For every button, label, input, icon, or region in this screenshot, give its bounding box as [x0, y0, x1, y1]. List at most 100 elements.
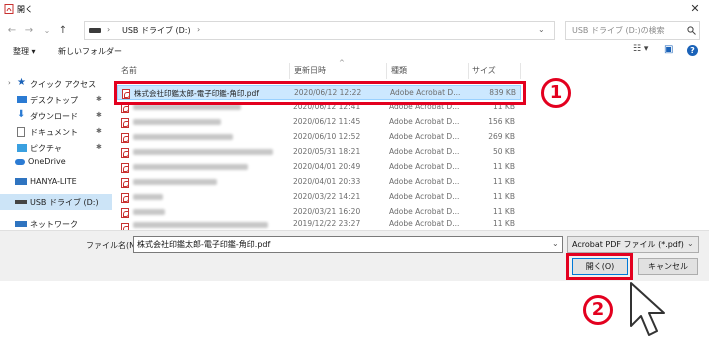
- pdf-file-icon: [121, 133, 129, 143]
- column-header-type[interactable]: 種類: [391, 65, 407, 76]
- column-divider[interactable]: [468, 63, 469, 79]
- back-button[interactable]: ←: [5, 24, 19, 38]
- file-type: Adobe Acrobat D...: [389, 220, 460, 228]
- step-1-marker: 1: [541, 78, 571, 108]
- cancel-button[interactable]: キャンセル: [638, 258, 698, 275]
- step-2-marker: 2: [583, 295, 613, 325]
- column-divider[interactable]: [289, 63, 290, 79]
- redacted-file-name: [133, 222, 268, 228]
- usb-drive-icon: [15, 200, 27, 204]
- file-row[interactable]: 2020/06/12 11:45 Adobe Acrobat D... 156 …: [117, 115, 521, 130]
- address-dropdown-icon[interactable]: ⌄: [538, 25, 545, 34]
- pin-icon[interactable]: ✱: [96, 95, 102, 103]
- sidebar-item-quick-access[interactable]: › ★ クイック アクセス: [0, 76, 112, 92]
- search-icon[interactable]: [687, 26, 696, 35]
- pin-icon[interactable]: ✱: [96, 143, 102, 151]
- window-title: 開く: [17, 5, 33, 14]
- desktop-icon: [17, 96, 27, 103]
- pdf-file-icon: [121, 223, 129, 230]
- breadcrumb-usb-drive[interactable]: USB ドライブ (D:): [122, 25, 191, 36]
- chevron-down-icon[interactable]: ⌄: [552, 239, 559, 248]
- pin-icon[interactable]: ✱: [96, 111, 102, 119]
- file-date: 2020/05/31 18:21: [293, 147, 361, 156]
- pin-icon[interactable]: ✱: [96, 127, 102, 135]
- column-header-size[interactable]: サイズ: [472, 65, 496, 76]
- pdf-file-icon: [4, 4, 14, 14]
- redacted-file-name: [133, 194, 163, 200]
- sidebar-item-desktop[interactable]: デスクトップ ✱: [0, 92, 112, 108]
- file-size: 11 KB: [493, 177, 515, 186]
- file-row[interactable]: 2020/04/01 20:33 Adobe Acrobat D... 11 K…: [117, 175, 521, 190]
- column-divider[interactable]: [520, 63, 521, 79]
- filetype-select[interactable]: Acrobat PDF ファイル (*.pdf) ⌄: [567, 236, 699, 253]
- sidebar-item-documents[interactable]: ドキュメント ✱: [0, 124, 112, 140]
- file-date: 2020/06/12 11:45: [293, 117, 361, 126]
- pdf-file-icon: [121, 193, 129, 203]
- column-divider[interactable]: [386, 63, 387, 79]
- help-icon[interactable]: ?: [687, 45, 698, 56]
- filename-value[interactable]: 株式会社印鑑太郎-電子印鑑-角印.pdf: [137, 239, 270, 250]
- file-size: 11 KB: [493, 162, 515, 171]
- column-header-modified[interactable]: 更新日時: [294, 65, 326, 76]
- redacted-file-name: [133, 119, 221, 125]
- star-icon: ★: [17, 77, 26, 88]
- filetype-value[interactable]: Acrobat PDF ファイル (*.pdf): [572, 239, 684, 250]
- file-size: 11 KB: [493, 207, 515, 216]
- breadcrumb-separator[interactable]: ›: [197, 25, 200, 34]
- file-row[interactable]: 2020/06/10 12:52 Adobe Acrobat D... 269 …: [117, 130, 521, 145]
- file-type: Adobe Acrobat D...: [389, 117, 460, 126]
- filename-field[interactable]: 株式会社印鑑太郎-電子印鑑-角印.pdf ⌄: [133, 236, 563, 253]
- file-size: 50 KB: [493, 147, 515, 156]
- file-size: 156 KB: [488, 117, 515, 126]
- file-type: Adobe Acrobat D...: [389, 132, 460, 141]
- sidebar-item-downloads[interactable]: ⬇ ダウンロード ✱: [0, 108, 112, 124]
- column-header-name[interactable]: 名前: [121, 65, 137, 76]
- redacted-file-name: [133, 209, 165, 215]
- file-row[interactable]: 2020/04/01 20:49 Adobe Acrobat D... 11 K…: [117, 160, 521, 175]
- preview-pane-icon[interactable]: ▣: [664, 44, 673, 55]
- view-options-icon[interactable]: ☷ ▾: [633, 44, 648, 54]
- mouse-cursor-icon: [630, 282, 665, 336]
- picture-icon: [17, 144, 27, 152]
- file-date: 2020/04/01 20:33: [293, 177, 361, 186]
- file-row[interactable]: 2019/12/22 23:27 Adobe Acrobat D... 11 K…: [117, 220, 521, 230]
- close-button[interactable]: ✕: [686, 1, 704, 17]
- redacted-file-name: [133, 149, 273, 155]
- search-input[interactable]: USB ドライブ (D:)の検索: [572, 25, 665, 36]
- sidebar-item-label: ドキュメント: [30, 128, 78, 137]
- search-box[interactable]: USB ドライブ (D:)の検索: [565, 21, 700, 40]
- network-icon: [15, 221, 27, 227]
- up-button[interactable]: ↑: [56, 24, 70, 38]
- file-date: 2020/03/21 16:20: [293, 207, 361, 216]
- computer-icon: [15, 178, 27, 185]
- chevron-down-icon[interactable]: ⌄: [687, 239, 694, 248]
- sidebar-item-label: ネットワーク: [30, 220, 78, 229]
- sidebar-item-usb-drive[interactable]: USB ドライブ (D:): [0, 194, 112, 210]
- file-date: 2020/03/22 14:21: [293, 192, 361, 201]
- address-bar[interactable]: › USB ドライブ (D:) › ⌄: [84, 21, 555, 40]
- pdf-file-icon: [121, 208, 129, 218]
- sidebar-item-this-pc[interactable]: HANYA-LITE: [0, 174, 112, 190]
- new-folder-button[interactable]: 新しいフォルダー: [58, 46, 122, 57]
- file-row[interactable]: 2020/03/22 14:21 Adobe Acrobat D... 11 K…: [117, 190, 521, 205]
- file-type: Adobe Acrobat D...: [389, 147, 460, 156]
- breadcrumb-separator: ›: [107, 25, 111, 34]
- organize-menu[interactable]: 整理 ▾: [13, 46, 36, 57]
- highlight-open-button: [566, 253, 633, 280]
- sort-arrow-icon: ^: [339, 59, 345, 67]
- file-size: 11 KB: [493, 192, 515, 201]
- forward-button[interactable]: →: [22, 24, 36, 38]
- file-size: 269 KB: [488, 132, 515, 141]
- file-type: Adobe Acrobat D...: [389, 177, 460, 186]
- redacted-file-name: [133, 179, 217, 185]
- redacted-file-name: [133, 164, 248, 170]
- file-type: Adobe Acrobat D...: [389, 207, 460, 216]
- sidebar-item-onedrive[interactable]: OneDrive: [0, 154, 112, 170]
- sidebar-item-network[interactable]: ネットワーク: [0, 216, 112, 230]
- sidebar-item-label: OneDrive: [28, 157, 66, 166]
- file-row[interactable]: 2020/03/21 16:20 Adobe Acrobat D... 11 K…: [117, 205, 521, 220]
- file-type: Adobe Acrobat D...: [389, 162, 460, 171]
- file-row[interactable]: 2020/05/31 18:21 Adobe Acrobat D... 50 K…: [117, 145, 521, 160]
- recent-locations-button[interactable]: ⌄: [40, 24, 54, 38]
- sidebar-item-label: USB ドライブ (D:): [30, 198, 99, 207]
